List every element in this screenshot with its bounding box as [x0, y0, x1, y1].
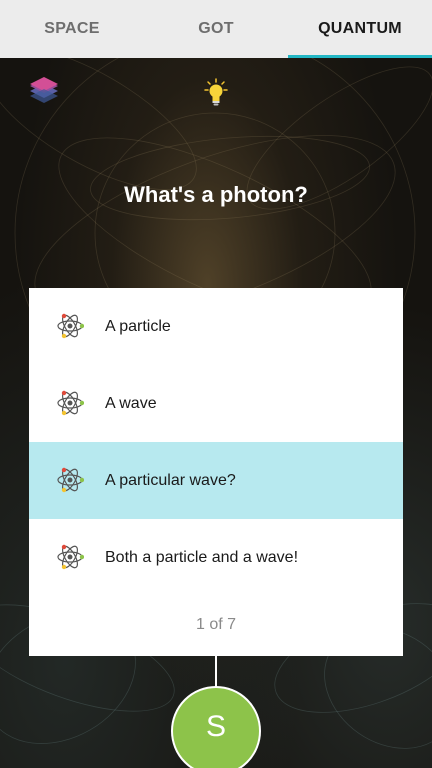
tab-bar: SPACE GOT QUANTUM [0, 0, 432, 58]
atom-icon [57, 390, 84, 416]
answer-option-label: A particular wave? [105, 471, 236, 489]
atom-icon [57, 467, 84, 493]
answer-option-4[interactable]: Both a particle and a wave! [29, 519, 403, 596]
layers-icon[interactable] [28, 76, 60, 108]
answer-option-label: Both a particle and a wave! [105, 548, 299, 566]
tab-got[interactable]: GOT [144, 0, 288, 58]
tab-space[interactable]: SPACE [0, 0, 144, 58]
answer-card: A particle A wave A particular wave? Bot… [29, 288, 403, 656]
question-title: What's a photon? [124, 182, 308, 207]
answer-option-3[interactable]: A particular wave? [29, 442, 403, 519]
atom-icon [57, 313, 84, 339]
lightbulb-icon[interactable] [202, 78, 230, 108]
user-initial: S [205, 710, 226, 743]
question-counter: 1 of 7 [195, 616, 237, 633]
answer-option-label: A wave [105, 394, 157, 412]
connector-line [215, 656, 217, 690]
atom-icon [57, 544, 84, 570]
user-avatar-button[interactable]: S [171, 686, 261, 768]
answer-option-1[interactable]: A particle [29, 288, 403, 365]
answer-option-label: A particle [105, 317, 171, 335]
answer-option-2[interactable]: A wave [29, 365, 403, 442]
tab-quantum[interactable]: QUANTUM [288, 0, 432, 58]
